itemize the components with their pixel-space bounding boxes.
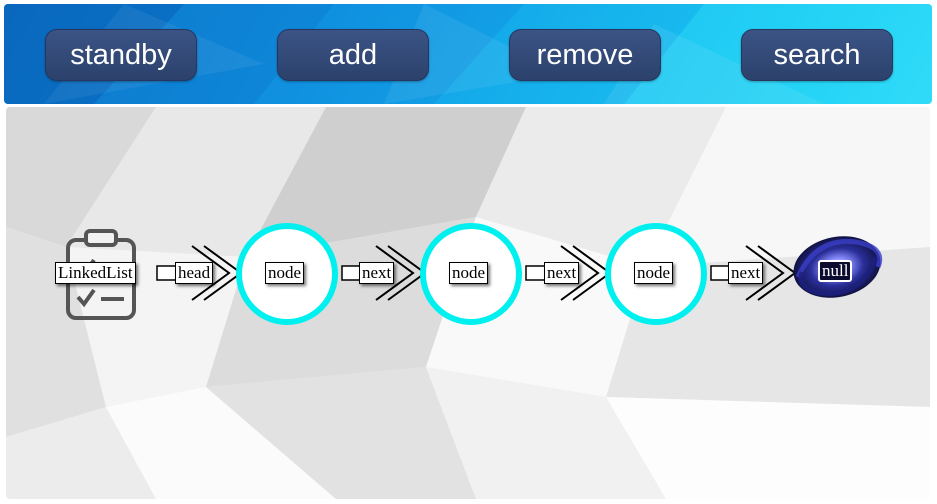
add-button[interactable]: add [277,29,429,81]
canvas-area: LinkedList head node next node next node… [6,107,930,499]
node-label: node [634,262,674,284]
linkedlist-label: LinkedList [55,262,136,284]
next-pointer-label: next [544,262,580,284]
standby-button[interactable]: standby [45,29,197,81]
node-label: node [449,262,489,284]
node-label: node [265,262,305,284]
head-pointer-label: head [175,262,214,284]
toolbar: standby add remove search [4,4,932,104]
linked-list-diagram [66,223,883,325]
next-pointer-label: next [359,262,395,284]
remove-button[interactable]: remove [509,29,661,81]
null-label: null [818,260,853,282]
search-button[interactable]: search [741,29,893,81]
next-pointer-label: next [728,262,764,284]
